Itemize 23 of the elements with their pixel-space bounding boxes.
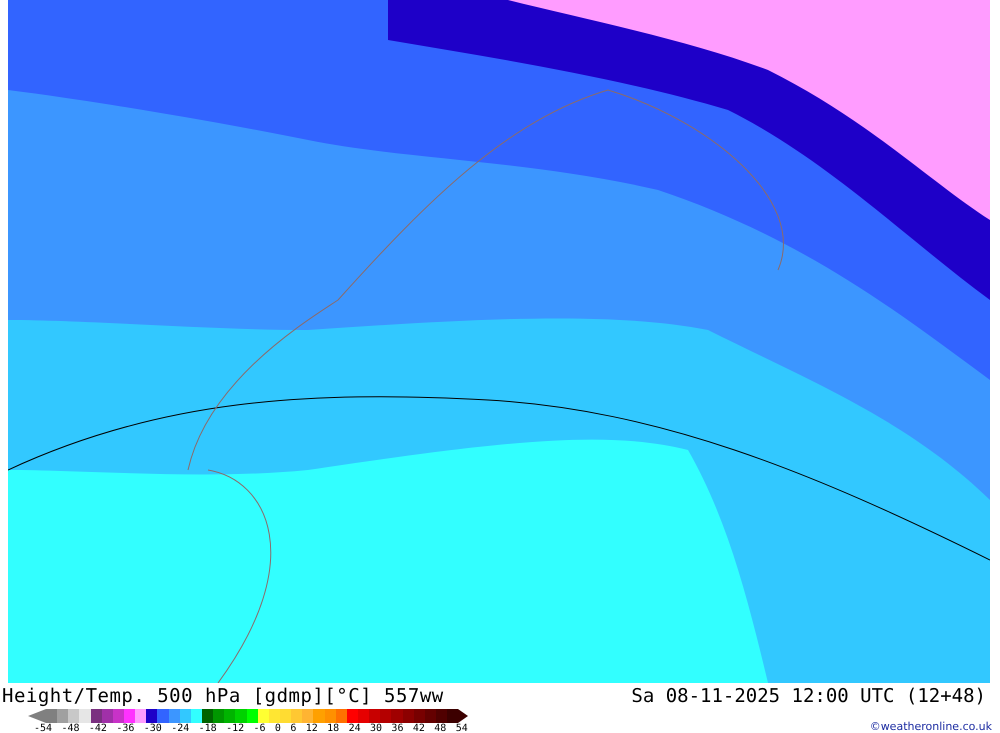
arrow-right-icon (458, 709, 468, 723)
scale-label: -30 (144, 723, 162, 733)
scale-label: 24 (348, 723, 361, 733)
scale-label: 18 (327, 723, 340, 733)
valid-time: Sa 08-11-2025 12:00 UTC (12+48) (631, 685, 986, 707)
scale-label: -36 (116, 723, 134, 733)
copyright-text: ©weatheronline.co.uk (870, 720, 992, 733)
scale-label: 6 (290, 723, 296, 733)
scale-label: -6 (254, 723, 266, 733)
scale-label: -18 (198, 723, 217, 733)
scale-label: -48 (61, 723, 80, 733)
scale-label: -24 (171, 723, 190, 733)
map-title: Height/Temp. 500 hPa [gdmp][°C] 557ww (2, 685, 444, 707)
scale-label: 30 (370, 723, 382, 733)
scale-label: 36 (391, 723, 404, 733)
scale-label: 48 (434, 723, 446, 733)
scale-label: -42 (88, 723, 107, 733)
scale-label: 42 (412, 723, 425, 733)
scale-label: -12 (226, 723, 244, 733)
scale-label: 54 (456, 723, 468, 733)
scale-label: 0 (274, 723, 281, 733)
scale-label: -54 (34, 723, 52, 733)
scale-label: 12 (306, 723, 318, 733)
